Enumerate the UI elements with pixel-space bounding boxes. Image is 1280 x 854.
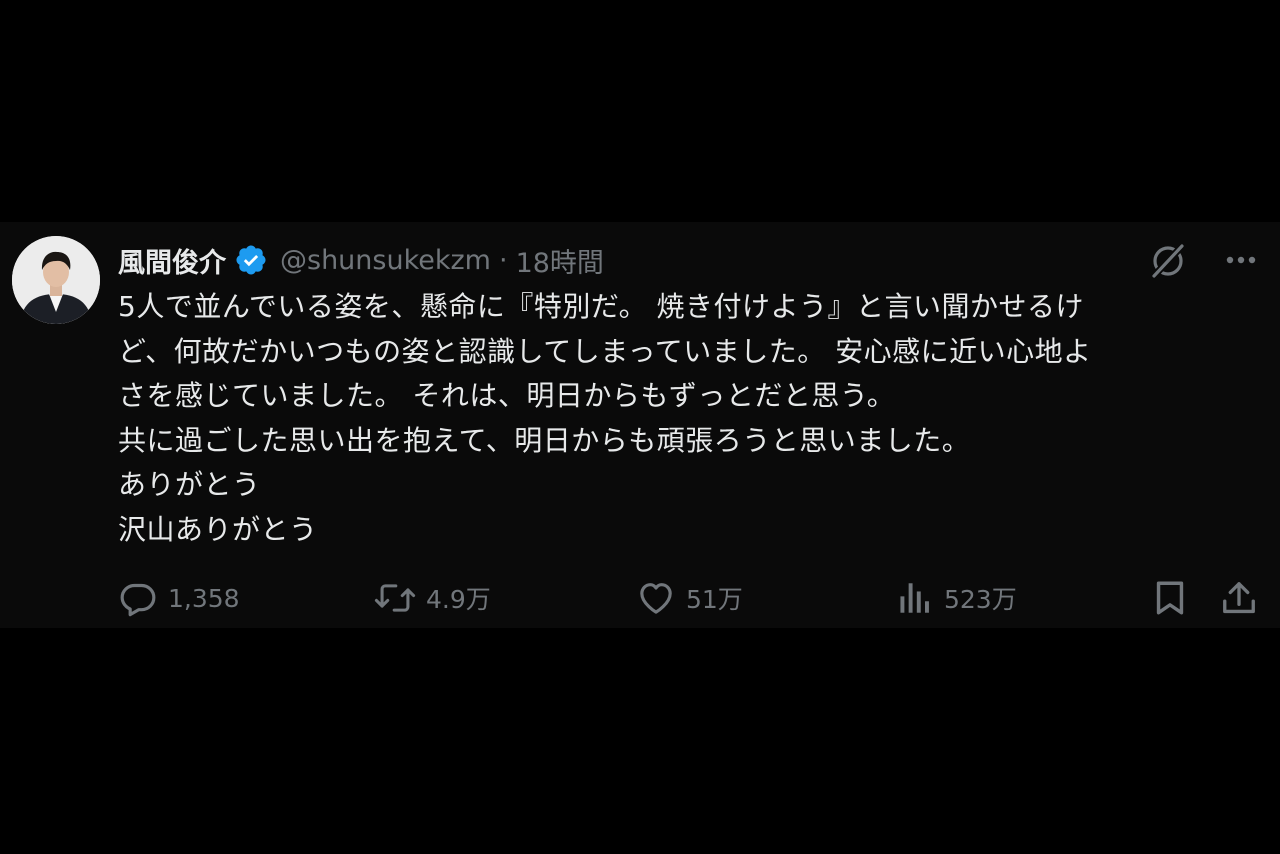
share-icon [1223,582,1255,614]
header-separator: · [498,244,508,276]
reply-count: 1,358 [168,583,240,613]
post-text-line: 沢山ありがとう [118,512,318,546]
header-actions [1148,240,1258,280]
repost-button[interactable]: 4.9万 [374,576,491,620]
bookmark-icon [1156,581,1184,615]
views-count: 523万 [944,585,1017,614]
post-text-line: ありがとう [118,468,261,501]
share-button[interactable] [1220,576,1258,620]
post-text-line: 5人で並んでいる姿を、懸命に『特別だ。 焼き付けよう』と言い聞かせるけ [118,290,1084,323]
author-handle[interactable]: @shunsukekzm [280,245,491,276]
more-icon[interactable] [1224,243,1258,277]
verified-badge-icon [234,243,268,277]
avatar[interactable] [12,236,100,324]
repost-icon [374,584,416,612]
like-button[interactable]: 51万 [636,576,743,620]
post-text-line: さを感じていました。 それは、明日からもずっとだと思う。 [118,379,896,412]
post-text-line: ど、何故だかいつもの姿と認識してしまっていました。 安心感に近い心地よ [118,334,1092,368]
repost-count: 4.9万 [426,585,491,614]
post-text-line: 共に過ごした思い出を抱えて、明日からも頑張ろうと思いました。 [118,423,971,457]
post-timestamp[interactable]: 18時間 [516,241,604,280]
post-text: 5人で並んでいる姿を、懸命に『特別だ。 焼き付けよう』と言い聞かせるけ ど、何故… [118,285,1238,552]
user-avatar-icon [12,236,100,324]
grok-icon[interactable] [1148,240,1188,280]
like-count: 51万 [686,585,743,614]
bookmark-button[interactable] [1152,576,1188,620]
heart-icon [640,583,672,614]
tweet-card[interactable]: 風間俊介 @shunsukekzm · 18時間 5人で並んでいる姿を、懸命に『… [0,222,1280,628]
views-button[interactable]: 523万 [898,576,1017,620]
action-bar: 1,358 4.9万 51万 523万 [118,576,1263,620]
post-header: 風間俊介 @shunsukekzm · 18時間 [118,238,604,282]
display-name[interactable]: 風間俊介 [118,241,226,280]
reply-button[interactable]: 1,358 [118,576,240,620]
reply-icon [120,583,156,617]
views-icon [900,583,929,613]
